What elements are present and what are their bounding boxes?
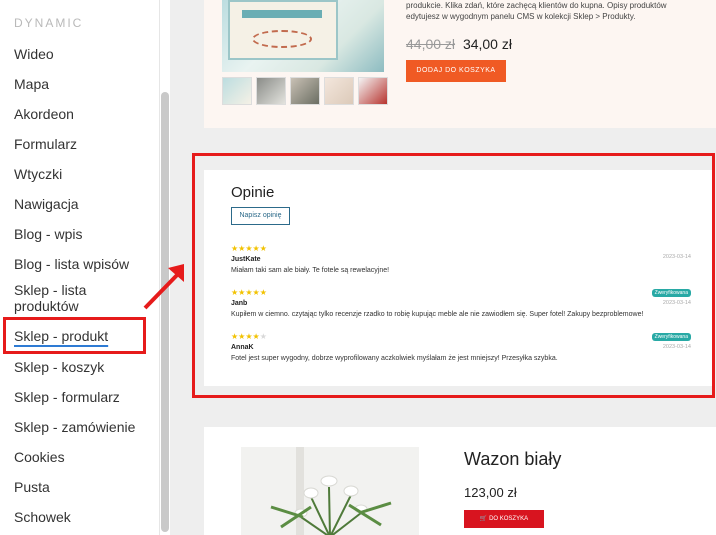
thumbnail-3[interactable] — [290, 77, 320, 105]
book-stripe — [242, 10, 322, 18]
price-row: 44,00 zł 34,00 zł — [406, 36, 512, 52]
sidebar-item-sklep-formularz[interactable]: Sklep - formularz — [14, 389, 120, 405]
thumbnail-4[interactable] — [324, 77, 354, 105]
sidebar-item-sklep-koszyk[interactable]: Sklep - koszyk — [14, 359, 104, 375]
old-price: 44,00 zł — [406, 36, 456, 52]
screenshot-frame: DYNAMIC Wideo Mapa Akordeon Formularz Wt… — [0, 0, 716, 535]
sidebar-item-wtyczki[interactable]: Wtyczki — [14, 166, 62, 182]
sidebar-item-blog-lista[interactable]: Blog - lista wpisów — [14, 256, 129, 272]
sidebar-item-nawigacja[interactable]: Nawigacja — [14, 196, 79, 212]
add-to-cart-button[interactable]: DODAJ DO KOSZYKA — [406, 60, 506, 82]
arrow-icon — [143, 264, 184, 310]
sidebar-section-title: DYNAMIC — [14, 16, 84, 30]
highlight-box-sidebar — [3, 317, 146, 354]
sidebar-item-wideo[interactable]: Wideo — [14, 46, 54, 62]
product-card-vase: Wazon biały 123,00 zł 🛒 DO KOSZYKA — [204, 427, 716, 535]
add-to-cart-label: DO KOSZYKA — [489, 516, 529, 522]
product-thumbnails — [222, 77, 388, 105]
thumbnail-2[interactable] — [256, 77, 286, 105]
flowers-illustration — [241, 447, 419, 535]
thumbnail-5[interactable] — [358, 77, 388, 105]
thumbnail-1[interactable] — [222, 77, 252, 105]
product-title: Wazon biały — [464, 449, 562, 469]
add-to-cart-button[interactable]: 🛒 DO KOSZYKA — [464, 510, 544, 528]
highlight-box-reviews — [192, 153, 715, 398]
book-ornament — [252, 30, 312, 48]
product-card-book: produkcie. Klika zdań, które zachęcą kli… — [204, 0, 716, 128]
sidebar-item-blog-wpis[interactable]: Blog - wpis — [14, 226, 82, 242]
product-description: produkcie. Klika zdań, które zachęcą kli… — [406, 1, 667, 21]
sidebar-item-akordeon[interactable]: Akordeon — [14, 106, 74, 122]
sidebar-item-formularz[interactable]: Formularz — [14, 136, 77, 152]
sidebar-item-cookies[interactable]: Cookies — [14, 449, 65, 465]
sidebar-item-sklep-lista[interactable]: Sklep - lista produktów — [14, 282, 124, 314]
sidebar-item-sklep-zamowienie[interactable]: Sklep - zamówienie — [14, 419, 135, 435]
product-image-vase[interactable] — [241, 447, 419, 535]
product-main-image[interactable] — [222, 0, 384, 72]
current-price: 34,00 zł — [462, 36, 512, 52]
sidebar-item-schowek[interactable]: Schowek — [14, 509, 71, 525]
cart-icon: 🛒 — [479, 516, 490, 522]
sidebar: DYNAMIC Wideo Mapa Akordeon Formularz Wt… — [0, 0, 160, 535]
sidebar-item-pusta[interactable]: Pusta — [14, 479, 50, 495]
product-price: 123,00 zł — [464, 485, 517, 500]
sidebar-item-mapa[interactable]: Mapa — [14, 76, 49, 92]
